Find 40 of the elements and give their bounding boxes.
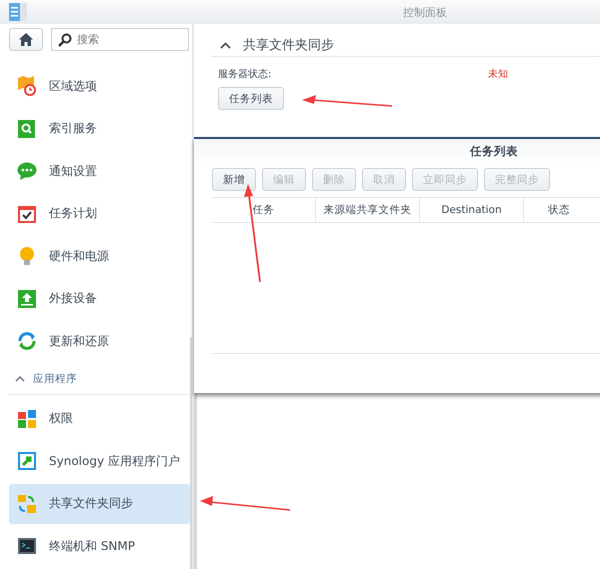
search-document-icon (17, 118, 37, 138)
column-header[interactable]: Destination (420, 198, 524, 222)
task-list-button[interactable]: 任务列表 (218, 87, 284, 110)
panel-header[interactable]: 共享文件夹同步 (212, 34, 600, 57)
arrow-square-icon (17, 451, 37, 471)
sidebar-item[interactable]: 任务计划 (9, 194, 190, 234)
sidebar-item[interactable]: 更新和还原 (9, 321, 190, 361)
chevron-up-icon (220, 42, 231, 48)
window-title: 控制面板 (402, 4, 447, 20)
sidebar-item[interactable]: Synology 应用程序门户 (9, 441, 190, 481)
column-header[interactable]: 任务 (212, 198, 316, 222)
column-header[interactable]: 状态 (524, 198, 594, 222)
folder-sync-icon (17, 494, 37, 514)
app-icon (9, 3, 27, 21)
sidebar-item[interactable]: 共享文件夹同步 (9, 484, 190, 524)
sidebar-item[interactable]: 通知设置 (9, 151, 190, 191)
chevron-up-icon (15, 375, 25, 382)
map-clock-icon (17, 76, 37, 96)
toolbar-button[interactable]: 新增 (212, 168, 256, 191)
home-button[interactable] (9, 28, 43, 51)
upload-icon (17, 288, 37, 308)
sidebar-item[interactable]: 硬件和电源 (9, 236, 190, 276)
chat-bubble-icon (17, 161, 37, 181)
status-value: 未知 (488, 68, 508, 81)
search-icon (58, 33, 72, 47)
refresh-icon (17, 331, 37, 351)
light-bulb-icon (17, 246, 37, 266)
lock-grid-icon (17, 408, 37, 428)
sidebar-item[interactable]: 索引服务 (9, 108, 190, 148)
sidebar-item[interactable]: 权限 (9, 398, 190, 438)
dialog-title: 任务列表 (470, 144, 518, 159)
status-label: 服务器状态: (218, 68, 272, 81)
terminal-icon (17, 536, 37, 556)
home-icon (19, 33, 33, 46)
calendar-check-icon (17, 204, 37, 224)
sidebar-item[interactable]: 外接设备 (9, 278, 190, 318)
sidebar-item[interactable]: 终端机和 SNMP (9, 526, 190, 566)
column-header[interactable]: 来源端共享文件夹 (316, 198, 420, 222)
search-field[interactable]: 搜索 (51, 28, 189, 51)
sidebar-item[interactable]: 区域选项 (9, 66, 190, 106)
